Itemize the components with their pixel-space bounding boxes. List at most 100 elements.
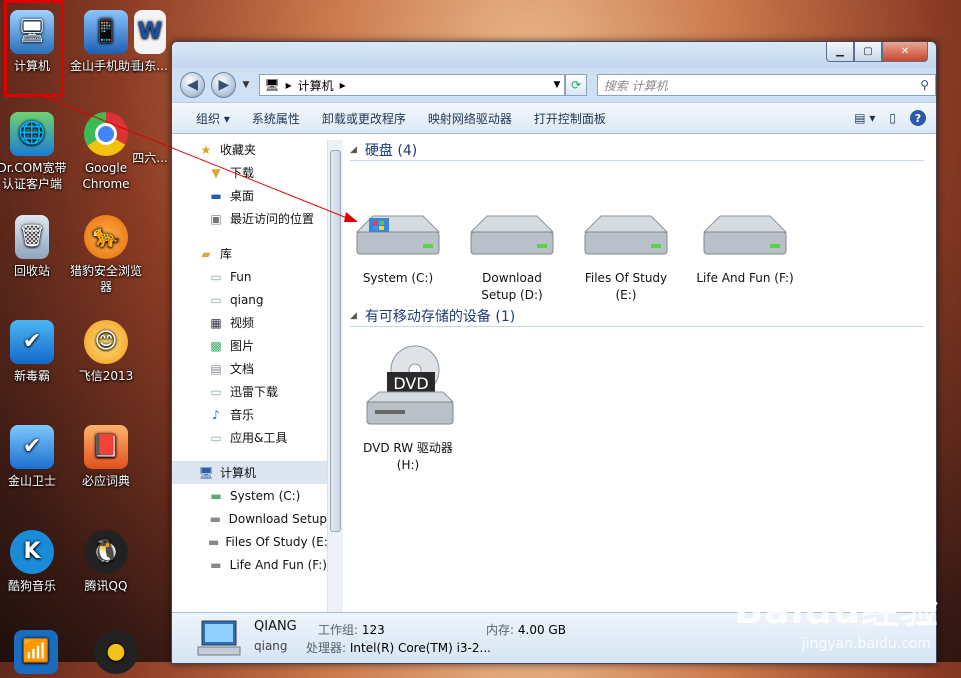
- network-client-icon: 🌐: [10, 112, 54, 156]
- computer-icon: 🖥: [264, 78, 280, 92]
- organize-button[interactable]: 组织 ▾: [188, 110, 244, 127]
- desktop-icon-bing-dict[interactable]: 📕 必应词典: [70, 425, 142, 489]
- group-header-hard-drives[interactable]: ◢ 硬盘 (4): [350, 140, 924, 161]
- drive-e[interactable]: Files Of Study (E:): [576, 212, 676, 304]
- nav-library-item[interactable]: ▦ 视频: [172, 311, 327, 334]
- nav-library-item[interactable]: ▭ 应用&工具: [172, 426, 327, 449]
- desktop-icon-qq[interactable]: 🐧 腾讯QQ: [70, 530, 142, 594]
- maximize-button[interactable]: ▢: [854, 42, 882, 62]
- nav-library-item[interactable]: ▭ Fun: [172, 265, 327, 288]
- music-library-icon: ♪: [212, 407, 220, 422]
- nav-favorites[interactable]: ★ 收藏夹: [172, 138, 327, 161]
- desktop-icon-kugou[interactable]: K 酷狗音乐: [0, 530, 68, 594]
- navigation-bar: ◀ ▶ ▼ 🖥 ▸ 计算机 ▸ ▼ ⟳ 搜索 计算机 ⚲: [172, 68, 936, 102]
- preview-pane-icon[interactable]: ▯: [889, 111, 896, 125]
- fetion-icon: 😊: [84, 320, 128, 364]
- desktop-icon-partial[interactable]: 四六...: [130, 150, 170, 166]
- computer-icon: [197, 620, 241, 656]
- watermark-brand: Baidu经验: [734, 588, 939, 632]
- desktop-icon-kingsoft-guard[interactable]: ✔ 金山卫士: [0, 425, 68, 489]
- desktop-icon-word-doc[interactable]: W 山东...: [130, 10, 170, 74]
- minimize-button[interactable]: ▁: [826, 42, 854, 62]
- collapse-icon[interactable]: ◢: [350, 145, 357, 155]
- drive-icon: ▬: [208, 534, 220, 549]
- drive-d[interactable]: Download Setup (D:): [462, 212, 562, 304]
- system-properties-button[interactable]: 系统属性: [244, 110, 314, 127]
- nav-library-item[interactable]: ▩ 图片: [172, 334, 327, 357]
- drive-f[interactable]: Life And Fun (F:): [690, 212, 800, 287]
- drive-icon: [469, 215, 555, 255]
- scrollbar-thumb[interactable]: [330, 150, 341, 532]
- refresh-button[interactable]: ⟳: [565, 74, 587, 96]
- nav-drive[interactable]: ▬ Files Of Study (E:: [172, 530, 327, 553]
- nav-libraries[interactable]: ▰ 库: [172, 242, 327, 265]
- navigation-pane: ★ 收藏夹 ▼ 下载 ▬ 桌面 ▣ 最近访问的位置 ▰ 库 ▭ Fun ▭ qiang ▦ 视频…: [172, 134, 327, 613]
- svg-text:DVD: DVD: [393, 374, 428, 393]
- desktop-icon-fetion[interactable]: 😊 飞信2013: [70, 320, 142, 384]
- open-control-panel-button[interactable]: 打开控制面板: [526, 110, 620, 127]
- address-dropdown-icon[interactable]: ▼: [554, 80, 565, 90]
- breadcrumb-separator[interactable]: ▸: [286, 78, 292, 92]
- system-drive-icon: ▬: [210, 488, 222, 503]
- nav-drive[interactable]: ▬ Life And Fun (F:): [172, 553, 327, 576]
- drive-icon: ▬: [210, 557, 222, 572]
- computer-name: QIANG: [254, 619, 297, 634]
- command-bar: 组织 ▾ 系统属性 卸载或更改程序 映射网络驱动器 打开控制面板 ▤ ▾ ▯ ?: [172, 102, 936, 134]
- collapse-icon[interactable]: ◢: [350, 311, 357, 321]
- word-document-icon: W: [134, 10, 166, 54]
- desktop-icon-drcom[interactable]: 🌐 Dr.COM宽带认证客户端: [0, 112, 68, 192]
- nav-library-item[interactable]: ▭ 迅雷下载: [172, 380, 327, 403]
- explorer-window: ▁ ▢ ✕ ◀ ▶ ▼ 🖥 ▸ 计算机 ▸ ▼ ⟳ 搜索 计算机 ⚲ 组织 ▾ …: [171, 41, 937, 664]
- shield-icon: ✔: [10, 425, 54, 469]
- breadcrumb-separator[interactable]: ▸: [340, 78, 346, 92]
- desktop-icon-computer[interactable]: 🖥 计算机: [0, 10, 68, 74]
- nav-library-item[interactable]: ▭ qiang: [172, 288, 327, 311]
- group-header-removable[interactable]: ◢ 有可移动存储的设备 (1): [350, 306, 924, 327]
- recent-pages-dropdown[interactable]: ▼: [242, 80, 249, 90]
- drive-icon: [702, 215, 788, 255]
- desktop-icon-duba[interactable]: ✔ 新毒霸: [0, 320, 68, 384]
- desktop-icon-recycle-bin[interactable]: 🗑 回收站: [0, 215, 68, 279]
- nav-computer[interactable]: 🖥 计算机: [172, 461, 327, 484]
- search-icon: ⚲: [920, 78, 930, 92]
- drive-dvd[interactable]: DVD DVD RW 驱动器 (H:): [348, 344, 468, 474]
- qq-penguin-icon: 🐧: [84, 530, 128, 574]
- documents-library-icon: ▤: [210, 361, 222, 376]
- explorer-body: ★ 收藏夹 ▼ 下载 ▬ 桌面 ▣ 最近访问的位置 ▰ 库 ▭ Fun ▭ qiang ▦ 视频…: [172, 134, 936, 613]
- change-view-icon[interactable]: ▤ ▾: [854, 111, 875, 125]
- computer-icon: 🖥: [198, 465, 214, 480]
- library-folder-icon: ▭: [210, 269, 222, 284]
- workgroup-field: 工作组: 123: [318, 623, 385, 637]
- forward-button[interactable]: ▶: [211, 72, 237, 98]
- antivirus-icon: ✔: [10, 320, 54, 364]
- nav-downloads[interactable]: ▼ 下载: [172, 161, 327, 184]
- content-pane: ◢ 硬盘 (4) System (C:) Download Setup (D:)…: [344, 134, 936, 613]
- desktop-icon-liebao[interactable]: 🐆 猎豹安全浏览器: [70, 215, 142, 295]
- back-button[interactable]: ◀: [180, 72, 206, 98]
- liebao-browser-icon: 🐆: [84, 215, 128, 259]
- nav-desktop[interactable]: ▬ 桌面: [172, 184, 327, 207]
- nav-drive[interactable]: ▬ Download Setup: [172, 507, 327, 530]
- nav-pane-scrollbar[interactable]: [327, 140, 343, 613]
- close-button[interactable]: ✕: [882, 42, 928, 62]
- nav-library-item[interactable]: ♪ 音乐: [172, 403, 327, 426]
- nav-recent-places[interactable]: ▣ 最近访问的位置: [172, 207, 327, 230]
- search-input[interactable]: 搜索 计算机 ⚲: [596, 74, 936, 96]
- nav-drive[interactable]: ▬ System (C:): [172, 484, 327, 507]
- uninstall-program-button[interactable]: 卸载或更改程序: [314, 110, 420, 127]
- chrome-icon: [84, 112, 128, 156]
- desktop-icon-wifi[interactable]: 📶: [0, 630, 72, 678]
- address-bar[interactable]: 🖥 ▸ 计算机 ▸ ▼: [259, 74, 566, 96]
- breadcrumb-computer[interactable]: 计算机: [298, 77, 334, 94]
- title-bar[interactable]: ▁ ▢ ✕: [172, 42, 936, 68]
- computer-icon: 🖥: [10, 10, 54, 54]
- map-network-drive-button[interactable]: 映射网络驱动器: [420, 110, 526, 127]
- library-folder-icon: ▭: [210, 292, 222, 307]
- nav-library-item[interactable]: ▤ 文档: [172, 357, 327, 380]
- watermark-url: jingyan.baidu.com: [801, 636, 931, 652]
- help-icon[interactable]: ?: [910, 110, 926, 126]
- video-library-icon: ▦: [210, 315, 222, 330]
- drive-c[interactable]: System (C:): [348, 212, 448, 287]
- desktop-icon-media[interactable]: ●: [80, 630, 152, 678]
- media-player-icon: ●: [94, 630, 138, 674]
